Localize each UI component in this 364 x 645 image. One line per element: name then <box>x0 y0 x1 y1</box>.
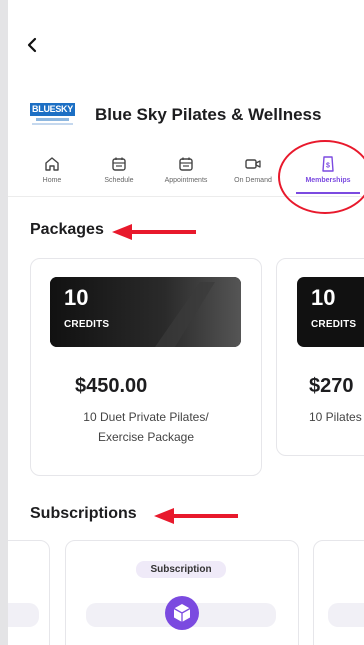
description-line: Exercise Package <box>97 430 195 444</box>
package-card[interactable]: 10 CREDITS $270 10 Pilates <box>276 258 364 456</box>
subscription-card[interactable] <box>8 540 50 645</box>
credits-label: CREDITS <box>64 319 110 330</box>
subscription-card[interactable]: Subscription <box>65 540 299 645</box>
tab-on-demand[interactable]: On Demand <box>223 155 283 184</box>
calendar-icon <box>112 157 126 171</box>
subscriptions-heading: Subscriptions <box>30 505 137 522</box>
tab-appointments[interactable]: Appointments <box>156 155 216 184</box>
tab-label: Home <box>42 177 62 184</box>
subscription-card[interactable] <box>313 540 364 645</box>
credits-count: 10 <box>311 285 336 310</box>
package-card[interactable]: 10 CREDITS $450.00 10 Duet Private Pilat… <box>30 258 262 476</box>
tab-label: Schedule <box>104 177 134 184</box>
credits-banner: 10 CREDITS <box>297 277 364 347</box>
tab-label: On Demand <box>234 177 272 184</box>
video-icon <box>245 159 261 169</box>
package-price: $270 <box>309 375 354 397</box>
annotation-arrow <box>112 224 196 240</box>
package-description: 10 Duet Private Pilates/ Exercise Packag… <box>41 407 251 447</box>
tab-home[interactable]: Home <box>22 155 82 184</box>
app-screen: BLUESKY Blue Sky Pilates & Wellness Home… <box>8 0 364 645</box>
annotation-circle <box>278 140 364 214</box>
studio-name: Blue Sky Pilates & Wellness <box>95 105 322 124</box>
credits-banner: 10 CREDITS <box>50 277 241 347</box>
calendar-icon <box>179 157 193 171</box>
package-price: $450.00 <box>75 375 148 397</box>
annotation-arrow <box>154 508 238 524</box>
subscription-icon <box>165 596 199 630</box>
description-line: 10 Duet Private Pilates/ <box>83 410 209 424</box>
tab-schedule[interactable]: Schedule <box>89 155 149 184</box>
cube-icon <box>173 604 191 622</box>
logo-text: BLUESKY <box>30 103 75 116</box>
tab-label: Appointments <box>164 177 208 184</box>
studio-logo: BLUESKY <box>30 103 75 127</box>
placeholder-bar <box>328 603 364 627</box>
packages-heading: Packages <box>30 221 104 238</box>
placeholder-bar <box>8 603 39 627</box>
chevron-left-icon <box>27 37 37 53</box>
subscription-badge: Subscription <box>136 561 226 578</box>
home-icon <box>45 157 59 171</box>
studio-header: BLUESKY Blue Sky Pilates & Wellness <box>30 103 321 127</box>
back-button[interactable] <box>22 34 44 56</box>
package-description: 10 Pilates <box>309 410 362 424</box>
credits-count: 10 <box>64 285 89 310</box>
credits-label: CREDITS <box>311 319 357 330</box>
